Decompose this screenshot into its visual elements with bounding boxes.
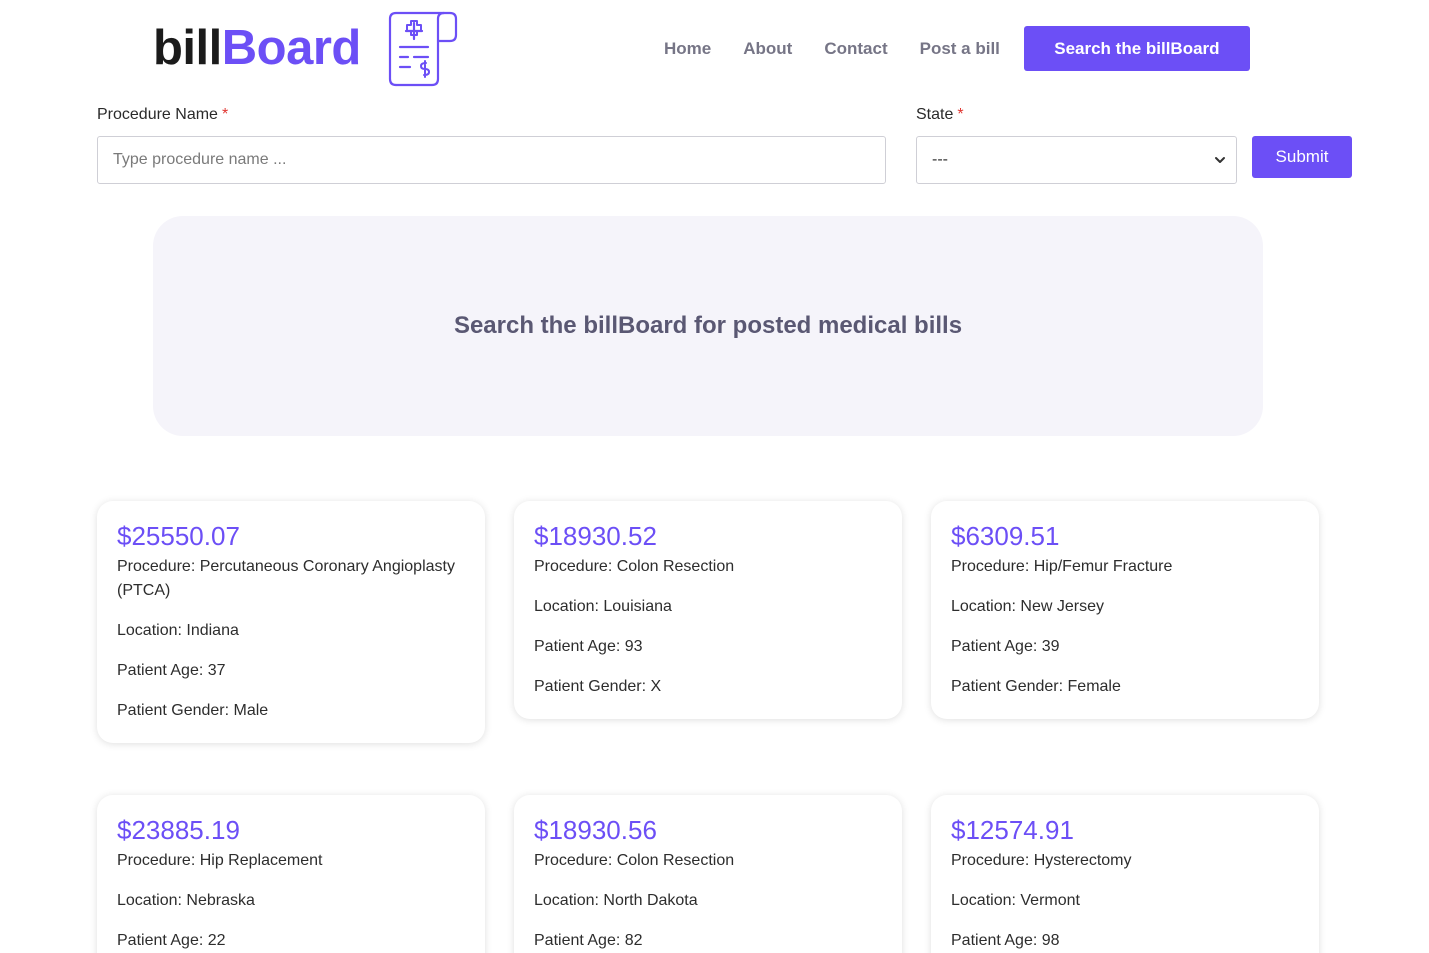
- brand-name-part1: bill: [153, 21, 222, 75]
- bill-patient-age: Patient Age: 93: [534, 638, 643, 655]
- bill-card[interactable]: $25550.07 Procedure: Percutaneous Corona…: [97, 501, 485, 743]
- nav-contact[interactable]: Contact: [808, 26, 903, 71]
- bill-location: Location: New Jersey: [951, 598, 1104, 615]
- bill-patient-age: Patient Age: 39: [951, 638, 1060, 655]
- bill-price: $12574.91: [951, 815, 1074, 845]
- bill-card[interactable]: $18930.52 Procedure: Colon Resection Loc…: [514, 501, 902, 719]
- nav-home[interactable]: Home: [648, 26, 727, 71]
- bill-price: $18930.52: [534, 521, 657, 551]
- bill-card[interactable]: $6309.51 Procedure: Hip/Femur Fracture L…: [931, 501, 1319, 719]
- state-label: State *: [916, 106, 964, 124]
- bill-patient-gender: Patient Gender: Female: [951, 678, 1121, 695]
- bill-location: Location: Nebraska: [117, 892, 255, 909]
- bill-patient-gender: Patient Gender: X: [534, 678, 662, 695]
- chevron-down-icon: [1215, 157, 1225, 163]
- medical-bill-icon: [388, 11, 458, 87]
- bill-card[interactable]: $23885.19 Procedure: Hip Replacement Loc…: [97, 795, 485, 953]
- procedure-name-label-text: Procedure Name: [97, 106, 218, 123]
- bill-location: Location: Indiana: [117, 622, 239, 639]
- procedure-name-input[interactable]: [97, 136, 886, 184]
- hero-banner: Search the billBoard for posted medical …: [153, 216, 1263, 436]
- bill-patient-age: Patient Age: 37: [117, 662, 226, 679]
- bill-procedure: Procedure: Hip/Femur Fracture: [951, 558, 1173, 575]
- nav-post-a-bill[interactable]: Post a bill: [904, 26, 1016, 71]
- bill-patient-gender: Patient Gender: Male: [117, 702, 269, 719]
- bill-patient-age: Patient Age: 82: [534, 932, 643, 949]
- nav-about[interactable]: About: [727, 26, 808, 71]
- brand-name: billBoard: [153, 10, 361, 86]
- brand-logo[interactable]: billBoard: [153, 10, 458, 87]
- required-asterisk: *: [221, 106, 229, 123]
- bill-procedure: Procedure: Colon Resection: [534, 558, 735, 575]
- submit-button[interactable]: Submit: [1252, 136, 1352, 178]
- procedure-name-label: Procedure Name *: [97, 106, 228, 124]
- bill-price: $25550.07: [117, 521, 240, 551]
- required-asterisk: *: [957, 106, 964, 123]
- main-nav: Home About Contact Post a bill Search th…: [648, 26, 1250, 71]
- bill-card[interactable]: $18930.56 Procedure: Colon Resection Loc…: [514, 795, 902, 953]
- bill-location: Location: Louisiana: [534, 598, 672, 615]
- bill-procedure: Procedure: Percutaneous Coronary Angiopl…: [117, 558, 455, 599]
- state-select-value: ---: [932, 151, 948, 168]
- brand-name-part2: Board: [221, 21, 362, 75]
- hero-title: Search the billBoard for posted medical …: [453, 312, 963, 339]
- site-header: billBoard Home About Contact Post a bill…: [0, 0, 1429, 95]
- bill-procedure: Procedure: Colon Resection: [534, 852, 735, 869]
- bill-patient-age: Patient Age: 22: [117, 932, 226, 949]
- search-billboard-button[interactable]: Search the billBoard: [1023, 26, 1250, 71]
- bill-procedure: Procedure: Hip Replacement: [117, 852, 323, 869]
- bill-location: Location: Vermont: [951, 892, 1080, 909]
- state-select[interactable]: ---: [916, 136, 1237, 184]
- state-label-text: State: [916, 106, 954, 123]
- bill-procedure: Procedure: Hysterectomy: [951, 852, 1132, 869]
- bill-price: $23885.19: [117, 815, 240, 845]
- bill-patient-age: Patient Age: 98: [951, 932, 1060, 949]
- bill-price: $6309.51: [951, 521, 1060, 551]
- bill-location: Location: North Dakota: [534, 892, 698, 909]
- bill-price: $18930.56: [534, 815, 657, 845]
- bill-card[interactable]: $12574.91 Procedure: Hysterectomy Locati…: [931, 795, 1319, 953]
